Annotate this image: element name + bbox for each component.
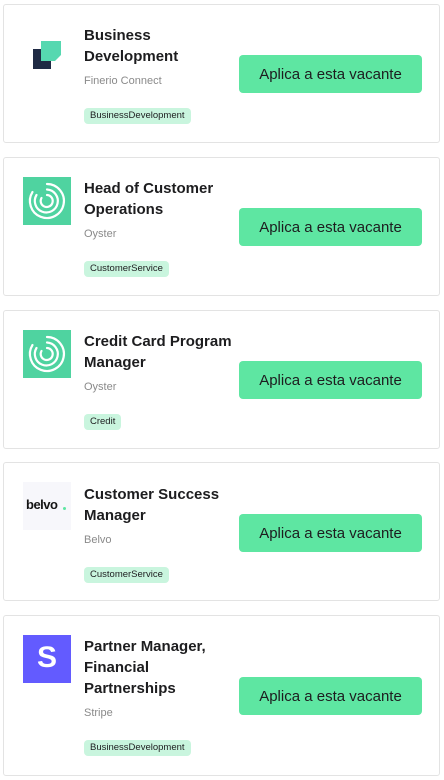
apply-button[interactable]: Aplica a esta vacante xyxy=(239,514,422,552)
job-list: Business Development Finerio Connect Bus… xyxy=(0,0,444,780)
category-tag[interactable]: CustomerService xyxy=(84,261,169,277)
apply-button[interactable]: Aplica a esta vacante xyxy=(239,361,422,399)
apply-button[interactable]: Aplica a esta vacante xyxy=(239,55,422,93)
job-title[interactable]: Partner Manager, Financial Partnerships xyxy=(84,636,234,699)
category-tag[interactable]: Credit xyxy=(84,414,122,430)
job-card: S Partner Manager, Financial Partnership… xyxy=(3,615,440,776)
job-card: Business Development Finerio Connect Bus… xyxy=(3,4,440,143)
stripe-logo-text: S xyxy=(36,641,57,674)
category-tag[interactable]: CustomerService xyxy=(84,567,169,583)
job-card: Head of Customer Operations Oyster Custo… xyxy=(3,157,440,296)
category-tag[interactable]: BusinessDevelopment xyxy=(84,740,191,756)
company-name: Belvo xyxy=(84,534,112,546)
company-name: Finerio Connect xyxy=(84,75,162,87)
oyster-logo-icon xyxy=(23,177,71,225)
belvo-logo-text: belvo xyxy=(26,497,58,512)
job-title[interactable]: Credit Card Program Manager xyxy=(84,331,234,373)
job-title[interactable]: Head of Customer Operations xyxy=(84,178,234,220)
job-card: Credit Card Program Manager Oyster Credi… xyxy=(3,310,440,449)
job-title[interactable]: Business Development xyxy=(84,25,234,67)
company-name: Oyster xyxy=(84,381,117,393)
apply-button[interactable]: Aplica a esta vacante xyxy=(239,208,422,246)
job-title[interactable]: Customer Success Manager xyxy=(84,484,234,526)
oyster-logo-icon xyxy=(23,330,71,378)
stripe-logo-icon: S xyxy=(23,635,71,683)
belvo-logo-icon: belvo xyxy=(23,482,71,530)
apply-button[interactable]: Aplica a esta vacante xyxy=(239,677,422,715)
belvo-logo-dot xyxy=(63,507,66,510)
category-tag[interactable]: BusinessDevelopment xyxy=(84,108,191,124)
finerio-logo-icon xyxy=(23,31,71,79)
job-card: belvo Customer Success Manager Belvo Cus… xyxy=(3,462,440,601)
company-name: Stripe xyxy=(84,707,113,719)
company-name: Oyster xyxy=(84,228,117,240)
